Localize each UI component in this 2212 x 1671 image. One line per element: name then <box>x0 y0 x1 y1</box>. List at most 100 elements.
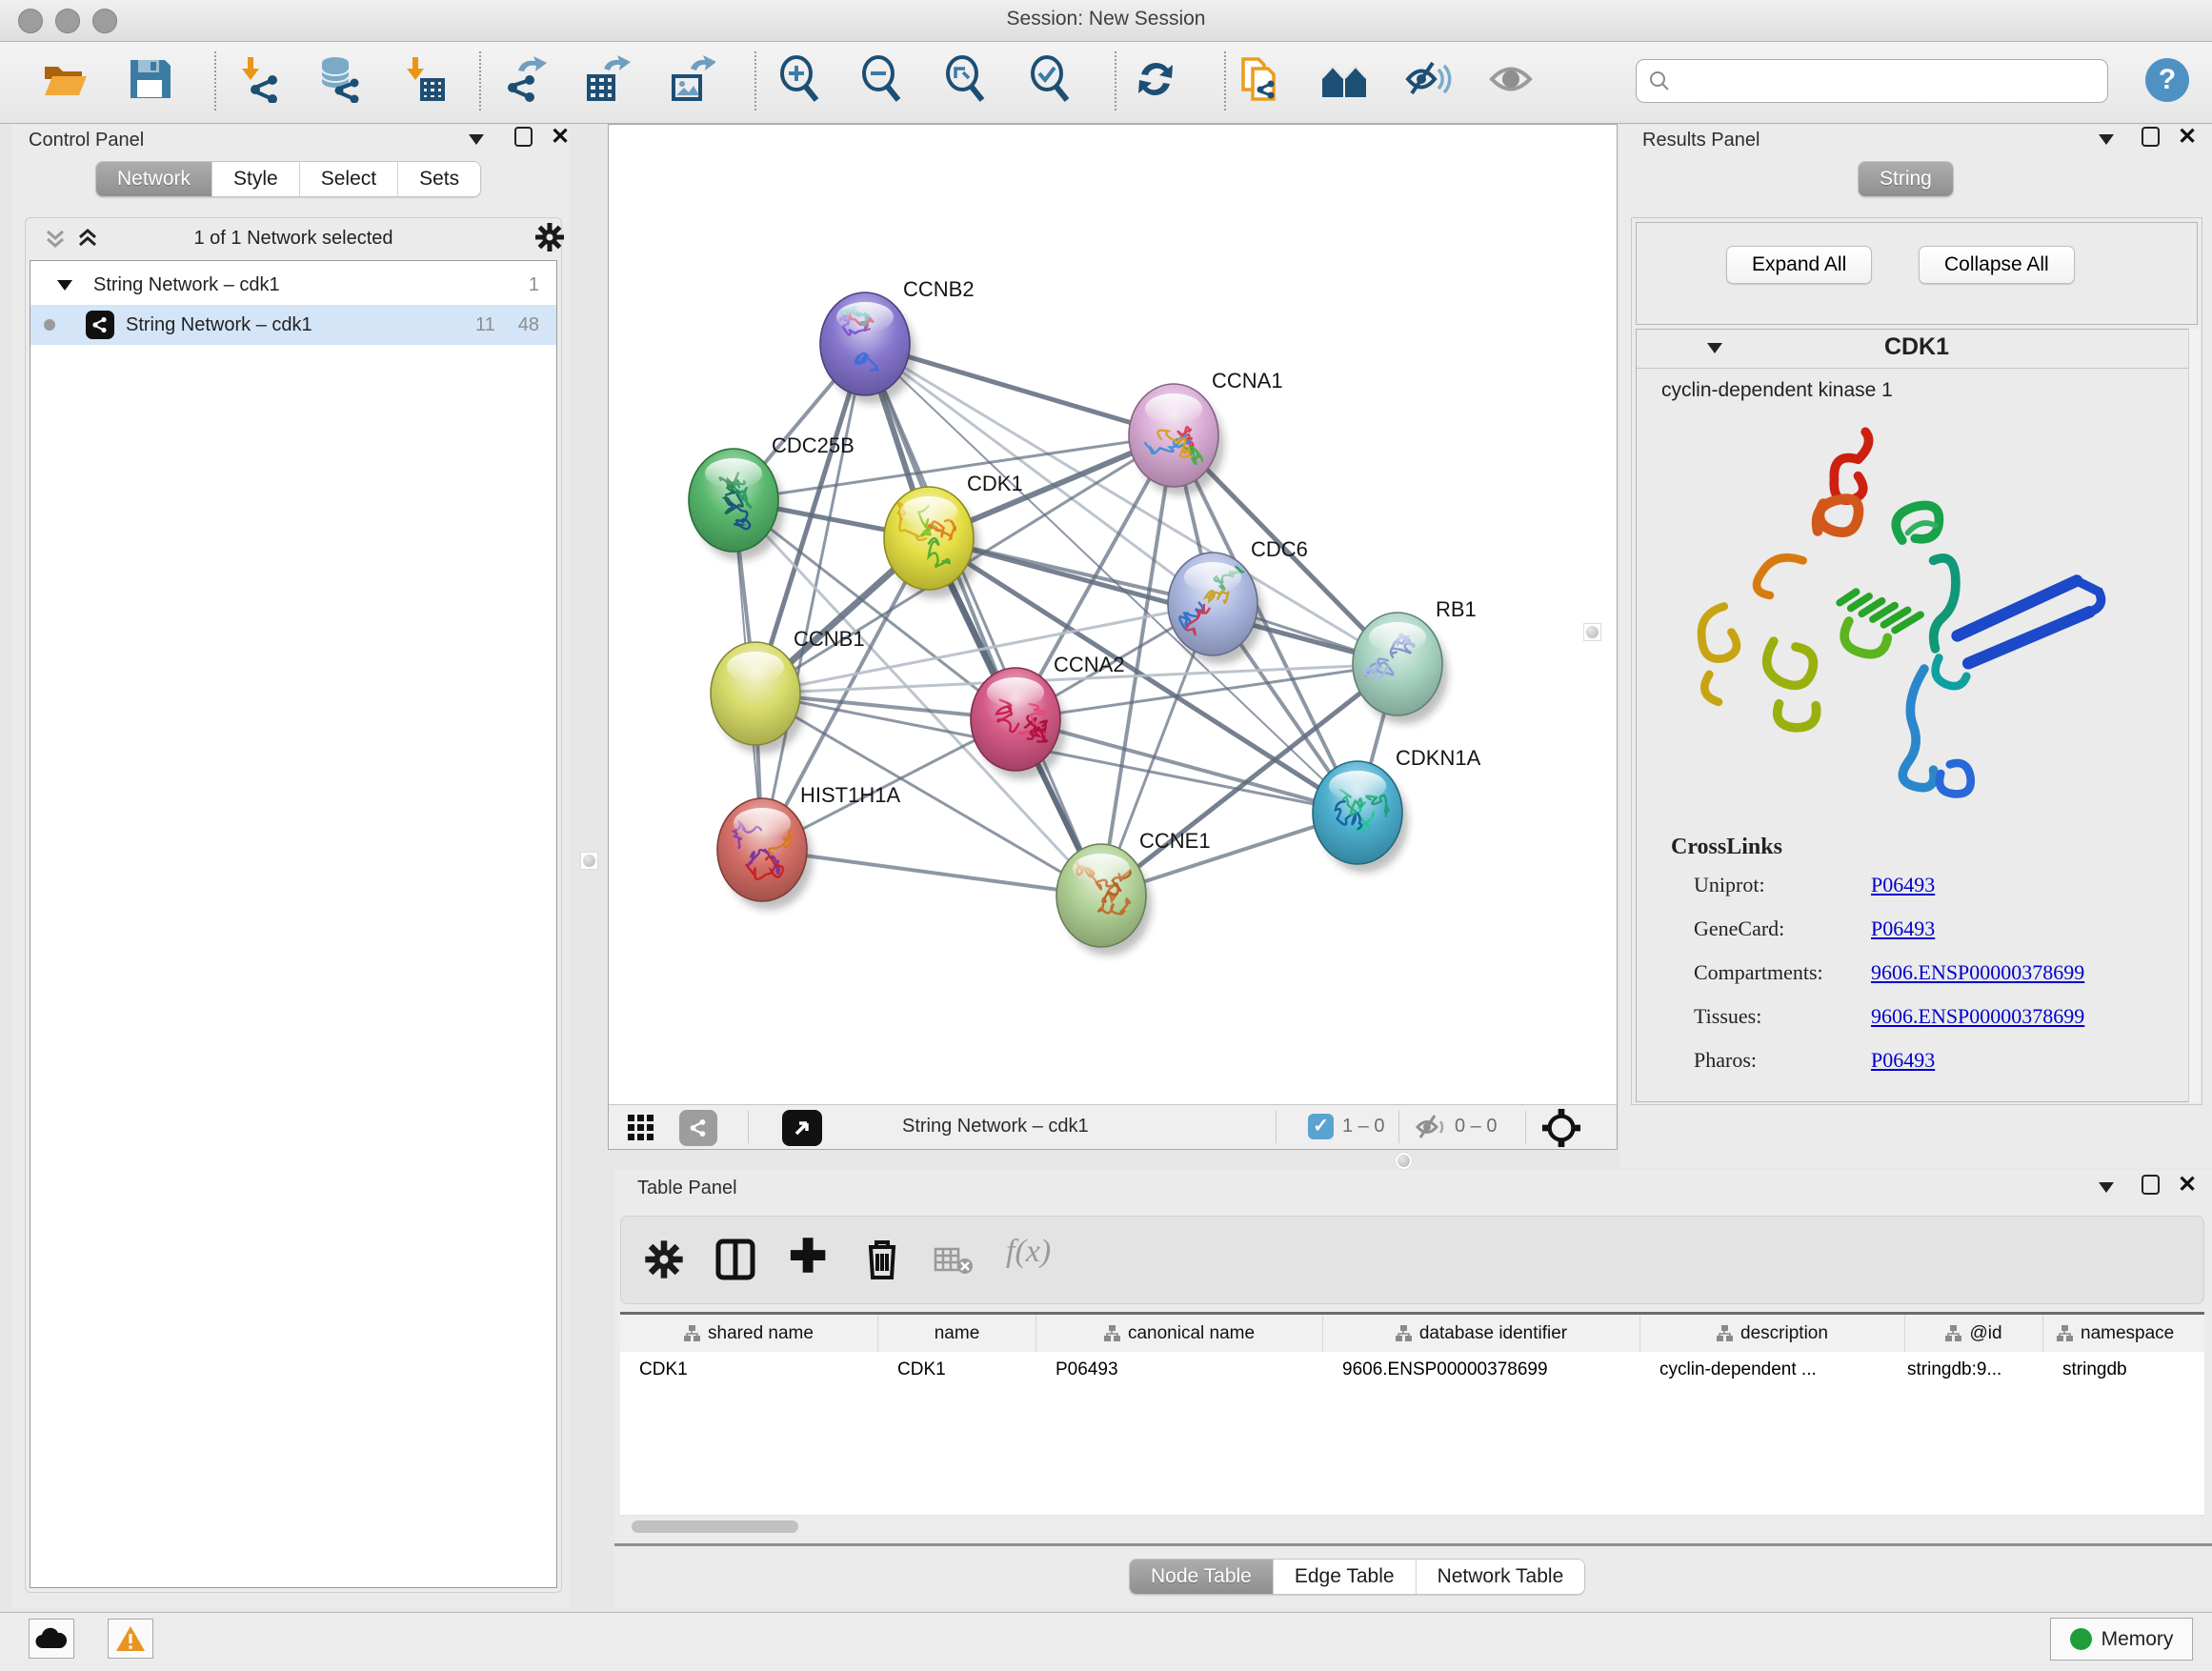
zoom-in-icon[interactable] <box>776 55 824 103</box>
zoom-selected-icon[interactable] <box>1027 55 1075 103</box>
results-scrollbar[interactable] <box>2188 329 2200 1102</box>
import-table-file-icon[interactable] <box>399 55 447 103</box>
memory-button[interactable]: Memory <box>2050 1618 2193 1661</box>
svg-text:CDC25B: CDC25B <box>772 433 855 457</box>
create-column-icon[interactable]: ✚ <box>789 1236 827 1279</box>
control-panel-float-icon[interactable] <box>514 127 533 147</box>
left-splitter-handle[interactable] <box>580 852 598 870</box>
svg-text:CCNA2: CCNA2 <box>1054 653 1125 676</box>
bar-separator <box>1525 1111 1526 1143</box>
hide-selected-icon[interactable] <box>1404 55 1452 103</box>
delete-column-icon[interactable] <box>861 1236 903 1286</box>
crosslink-uniprot-link[interactable]: P06493 <box>1871 873 1935 897</box>
table-horizontal-scrollbar[interactable] <box>620 1519 2204 1535</box>
crosslink-compartments-link[interactable]: 9606.ENSP00000378699 <box>1871 960 2084 985</box>
expand-all-button[interactable]: Expand All <box>1726 246 1872 284</box>
cell-database-identifier[interactable]: 9606.ENSP00000378699 <box>1323 1352 1640 1515</box>
tab-style[interactable]: Style <box>212 162 300 196</box>
svg-text:CCNA1: CCNA1 <box>1212 369 1283 393</box>
crosslink-pharos-link[interactable]: P06493 <box>1871 1048 1935 1073</box>
results-panel-close-icon[interactable]: ✕ <box>2178 128 2197 147</box>
horizontal-splitter-handle[interactable] <box>1395 1152 1413 1170</box>
table-toolbar: ✚ f(x) <box>620 1216 2204 1304</box>
crosslink-genecard-link[interactable]: P06493 <box>1871 916 1935 941</box>
zoom-out-icon[interactable] <box>858 55 906 103</box>
results-panel-float-icon[interactable] <box>2142 127 2160 147</box>
cell-namespace[interactable]: stringdb <box>2043 1352 2204 1515</box>
import-network-database-icon[interactable] <box>314 55 362 103</box>
clone-network-icon[interactable] <box>1236 55 1283 103</box>
column-header-shared-name[interactable]: shared name <box>620 1315 878 1352</box>
scrollbar-thumb[interactable] <box>632 1520 798 1533</box>
tab-network[interactable]: Network <box>96 162 212 196</box>
control-panel-menu-icon[interactable] <box>469 134 484 145</box>
help-button[interactable]: ? <box>2145 58 2189 102</box>
results-panel-menu-icon[interactable] <box>2099 134 2114 145</box>
cell-name[interactable]: CDK1 <box>878 1352 1036 1515</box>
cell-canonical-name[interactable]: P06493 <box>1036 1352 1323 1515</box>
crosslink-tissues-link[interactable]: 9606.ENSP00000378699 <box>1871 1004 2084 1029</box>
network-options-gear-icon[interactable] <box>534 222 565 257</box>
show-columns-icon[interactable] <box>714 1238 756 1286</box>
tab-node-table[interactable]: Node Table <box>1130 1560 1274 1594</box>
string-view-icon[interactable] <box>679 1110 717 1146</box>
graph-node-CDKN1A: CDKN1A <box>1313 746 1481 873</box>
tab-edge-table[interactable]: Edge Table <box>1274 1560 1417 1594</box>
network-graph[interactable]: CCNB2CCNA1CDC25BCDK1CDC6RB1CCNB1CCNA2CDK… <box>609 125 1617 1104</box>
export-image-icon[interactable] <box>668 55 715 103</box>
tab-string[interactable]: String <box>1859 162 1953 196</box>
export-table-icon[interactable] <box>583 55 631 103</box>
search-input[interactable] <box>1636 59 2108 103</box>
save-session-icon[interactable] <box>126 55 173 103</box>
svg-text:CCNE1: CCNE1 <box>1139 829 1211 853</box>
network-canvas[interactable]: CCNB2CCNA1CDC25BCDK1CDC6RB1CCNB1CCNA2CDK… <box>608 124 1618 1150</box>
cell-shared-name[interactable]: CDK1 <box>620 1352 878 1515</box>
warnings-button[interactable] <box>108 1619 153 1659</box>
svg-text:HIST1H1A: HIST1H1A <box>800 783 900 807</box>
collapse-all-button[interactable]: Collapse All <box>1919 246 2075 284</box>
table-panel-close-icon[interactable]: ✕ <box>2178 1176 2197 1195</box>
refresh-icon[interactable] <box>1132 55 1179 103</box>
crosslink-row: Tissues: <box>1694 1004 1761 1029</box>
toolbar-separator <box>1115 51 1116 111</box>
column-header-database-identifier[interactable]: database identifier <box>1323 1315 1640 1352</box>
column-header-name[interactable]: name <box>878 1315 1036 1352</box>
shared-column-icon <box>684 1325 700 1341</box>
table-settings-gear-icon[interactable] <box>644 1239 684 1284</box>
first-neighbors-icon[interactable] <box>1320 55 1368 103</box>
shared-column-icon <box>2057 1325 2073 1341</box>
tab-network-table[interactable]: Network Table <box>1417 1560 1585 1594</box>
network-row-selected[interactable]: String Network – cdk1 11 48 <box>30 305 556 345</box>
crosshair-icon[interactable] <box>1540 1108 1582 1154</box>
right-splitter-handle[interactable] <box>1583 623 1601 641</box>
string-results-box: Expand All Collapse All CDK1 cyclin-depe… <box>1631 217 2202 1105</box>
network-panel-box: 1 of 1 Network selected String Network –… <box>25 217 562 1593</box>
import-network-file-icon[interactable] <box>234 55 282 103</box>
bar-separator <box>1398 1111 1399 1143</box>
zoom-fit-icon[interactable] <box>942 55 990 103</box>
tab-sets[interactable]: Sets <box>398 162 480 196</box>
control-panel-close-icon[interactable]: ✕ <box>551 128 570 147</box>
table-panel-menu-icon[interactable] <box>2099 1182 2114 1193</box>
cell-id[interactable]: stringdb:9... <box>1905 1352 2043 1515</box>
toolbar-separator <box>479 51 481 111</box>
open-session-icon[interactable] <box>41 55 89 103</box>
show-all-icon[interactable] <box>1487 55 1535 103</box>
grid-view-icon[interactable] <box>626 1113 656 1149</box>
collection-expander-icon[interactable] <box>57 274 72 296</box>
cell-description[interactable]: cyclin-dependent ... <box>1640 1352 1905 1515</box>
column-header-canonical-name[interactable]: canonical name <box>1036 1315 1323 1352</box>
birdseye-toggle-icon[interactable] <box>782 1110 822 1146</box>
selected-nodes-checkbox[interactable]: ✓ <box>1308 1114 1334 1139</box>
column-header-id[interactable]: @id <box>1905 1315 2043 1352</box>
table-row[interactable]: CDK1 CDK1 P06493 9606.ENSP00000378699 cy… <box>620 1352 2204 1516</box>
column-header-namespace[interactable]: namespace <box>2043 1315 2204 1352</box>
column-header-description[interactable]: description <box>1640 1315 1905 1352</box>
tab-select[interactable]: Select <box>300 162 398 196</box>
export-network-icon[interactable] <box>501 55 549 103</box>
network-collection-row[interactable]: String Network – cdk1 1 <box>30 265 556 305</box>
cloud-status-button[interactable] <box>29 1619 74 1659</box>
shared-column-icon <box>1717 1325 1733 1341</box>
hidden-counter: 0 – 0 <box>1455 1116 1497 1137</box>
table-panel-float-icon[interactable] <box>2142 1175 2160 1195</box>
